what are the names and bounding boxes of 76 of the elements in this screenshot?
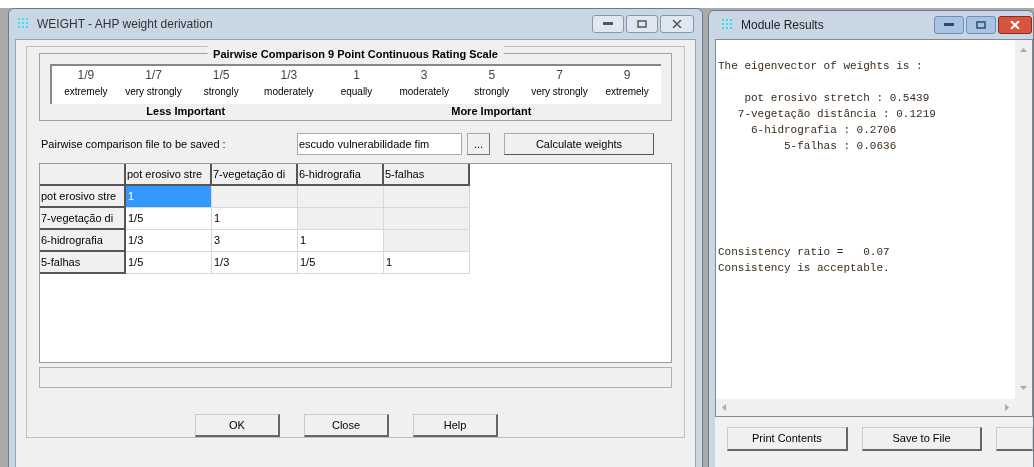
dialog-button[interactable]: Close bbox=[304, 414, 389, 437]
scale-value: 1/9 bbox=[77, 67, 95, 84]
scale-value: 1/3 bbox=[280, 67, 298, 84]
maximize-button[interactable] bbox=[626, 15, 658, 33]
row-header: pot erosivo stre bbox=[40, 185, 126, 208]
close-button[interactable] bbox=[998, 16, 1032, 34]
weight-line: pot erosivo stretch : 0.5439 bbox=[743, 91, 931, 106]
file-label: Pairwise comparison file to be saved : bbox=[41, 136, 227, 152]
maximize-icon bbox=[976, 21, 986, 29]
minimize-icon bbox=[603, 22, 613, 26]
weight-line: 7-vegetação distância : 0.1219 bbox=[736, 107, 937, 122]
vertical-scrollbar[interactable] bbox=[1015, 40, 1032, 416]
scroll-left-icon[interactable] bbox=[722, 404, 726, 411]
app-icon bbox=[17, 17, 31, 31]
dialog-button[interactable]: OK bbox=[195, 414, 280, 437]
close-icon bbox=[1010, 21, 1020, 29]
scale-label: strongly bbox=[203, 85, 239, 99]
less-important-caption: Less Important bbox=[145, 104, 227, 119]
results-button[interactable] bbox=[996, 427, 1033, 451]
scale-label: moderately bbox=[399, 85, 449, 99]
consistency-line: Consistency is acceptable. bbox=[718, 261, 891, 276]
minimize-icon bbox=[944, 23, 954, 27]
scale-value: 9 bbox=[623, 67, 631, 84]
scroll-right-icon[interactable] bbox=[1005, 404, 1009, 411]
table-cell[interactable]: 3 bbox=[212, 229, 298, 252]
dialog-button[interactable]: Help bbox=[413, 414, 498, 437]
scale-label: very strongly bbox=[125, 85, 182, 99]
column-header: pot erosivo stre bbox=[126, 163, 212, 186]
close-button[interactable] bbox=[660, 15, 694, 33]
row-header: 6-hidrografia bbox=[40, 229, 126, 252]
table-cell[interactable]: 1 bbox=[298, 229, 384, 252]
scale-label: extremely bbox=[64, 85, 108, 99]
results-button[interactable]: Save to File bbox=[861, 427, 983, 451]
table-cell[interactable]: 1/5 bbox=[298, 251, 384, 274]
scale-title: Pairwise Comparison 9 Point Continuous Rating Scale bbox=[207, 46, 504, 63]
app-icon bbox=[721, 18, 735, 32]
more-important-caption: More Important bbox=[450, 104, 533, 119]
minimize-button[interactable] bbox=[934, 16, 964, 34]
scale-label: extremely bbox=[605, 85, 649, 99]
table-cell[interactable]: 1/5 bbox=[126, 251, 212, 274]
scale-value: 1/7 bbox=[145, 67, 162, 84]
column-header: 5-falhas bbox=[384, 163, 470, 186]
table-cell[interactable]: 1/3 bbox=[126, 229, 212, 252]
row-header: 5-falhas bbox=[40, 251, 126, 274]
weight-line: 5-falhas : 0.0636 bbox=[783, 139, 898, 154]
calculate-weights-button[interactable]: Calculate weights bbox=[504, 132, 654, 155]
maximize-icon bbox=[637, 20, 647, 28]
weight-line: 6-hidrografia : 0.2706 bbox=[750, 123, 898, 138]
scroll-up-icon[interactable] bbox=[1020, 48, 1027, 52]
column-header: 7-vegetação di bbox=[212, 163, 298, 186]
close-icon bbox=[672, 20, 682, 28]
scroll-down-icon[interactable] bbox=[1020, 386, 1027, 390]
window-title: Module Results bbox=[741, 17, 824, 34]
horizontal-scrollbar[interactable] bbox=[716, 399, 1015, 416]
window-title: WEIGHT - AHP weight derivation bbox=[37, 16, 213, 33]
scale-value: 1 bbox=[353, 67, 360, 84]
column-header: 6-hidrografia bbox=[298, 163, 384, 186]
scale-value: 1/5 bbox=[212, 67, 230, 84]
table-cell[interactable]: 1/5 bbox=[126, 207, 212, 230]
scale-label: very strongly bbox=[531, 85, 588, 99]
browse-button[interactable]: ... bbox=[467, 132, 490, 155]
scale-value: 3 bbox=[420, 67, 428, 84]
row-header: 7-vegetação di bbox=[40, 207, 126, 230]
scale-label: strongly bbox=[474, 85, 510, 99]
results-button[interactable]: Print Contents bbox=[727, 427, 848, 451]
scale-value: 5 bbox=[488, 67, 496, 84]
consistency-line: Consistency ratio = 0.07 bbox=[718, 245, 891, 260]
minimize-button[interactable] bbox=[592, 15, 624, 33]
scale-label: equally bbox=[340, 85, 373, 99]
scale-label: moderately bbox=[264, 85, 314, 99]
table-cell[interactable]: 1/3 bbox=[212, 251, 298, 274]
table-cell[interactable]: 1 bbox=[212, 207, 298, 230]
file-name-field[interactable]: escudo vulnerabilidade fim bbox=[297, 132, 462, 155]
results-heading: The eigenvector of weights is : bbox=[718, 59, 924, 74]
scale-value: 7 bbox=[556, 67, 563, 84]
table-cell[interactable]: 1 bbox=[384, 251, 470, 274]
